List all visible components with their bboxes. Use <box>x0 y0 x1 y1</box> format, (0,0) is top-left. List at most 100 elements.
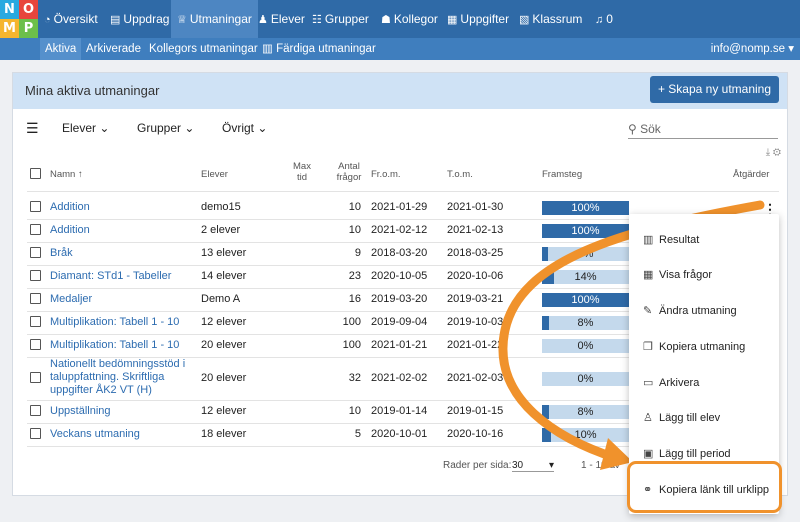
students-cell: 13 elever <box>201 247 247 259</box>
from-date-cell: 2021-02-12 <box>371 224 428 236</box>
students-cell: 14 elever <box>201 270 247 282</box>
to-date-cell: 2019-10-03 <box>447 316 504 328</box>
row-checkbox[interactable] <box>30 270 41 281</box>
challenge-name-link[interactable]: Addition <box>50 201 195 214</box>
group-icon: ☷ <box>312 14 322 26</box>
menu-visa-fragor[interactable]: ▦ Visa frågor <box>643 268 712 281</box>
trophy-icon: ♕ <box>177 14 187 26</box>
row-checkbox[interactable] <box>30 339 41 350</box>
user-icon: ♟ <box>258 14 268 26</box>
nav-uppgifter[interactable]: ▦ Uppgifter <box>447 0 509 38</box>
grid-icon: ▦ <box>447 14 458 26</box>
row-checkbox[interactable] <box>30 224 41 235</box>
add-user-icon: ♙ <box>643 412 653 424</box>
nav-elever[interactable]: ♟ Elever <box>258 0 305 38</box>
row-checkbox[interactable] <box>30 201 41 212</box>
row-checkbox[interactable] <box>30 293 41 304</box>
column-max-time[interactable]: Max tid <box>290 161 314 183</box>
challenge-name-link[interactable]: Nationellt bedömningsstöd i taluppfattni… <box>50 358 200 397</box>
highlight-box <box>627 461 782 513</box>
filter-icon[interactable]: ☰ <box>26 120 39 137</box>
progress-bar: 7% <box>542 247 629 261</box>
create-challenge-button[interactable]: + Skapa ny utmaning <box>650 76 779 103</box>
download-icon[interactable]: ⤓ <box>766 147 770 158</box>
nav-utmaningar[interactable]: ♕ Utmaningar <box>171 0 258 38</box>
bell-icon: ♫ <box>595 14 604 26</box>
questions-cell: 5 <box>354 428 361 440</box>
nav-kollegor[interactable]: ☗ Kollegor <box>381 0 438 38</box>
table-tools: ⤓ ⚙ <box>766 147 781 158</box>
card-header: Mina aktiva utmaningar + Skapa ny utmani… <box>13 73 787 109</box>
row-checkbox[interactable] <box>30 247 41 258</box>
nav-grupper[interactable]: ☷ Grupper <box>312 0 369 38</box>
challenge-name-link[interactable]: Medaljer <box>50 293 195 306</box>
column-progress[interactable]: Framsteg <box>542 169 582 180</box>
tab-fardiga-utmaningar[interactable]: ▥ Färdiga utmaningar <box>262 38 376 60</box>
questions-cell: 100 <box>342 339 361 351</box>
row-checkbox[interactable] <box>30 372 41 383</box>
students-cell: 12 elever <box>201 405 247 417</box>
from-date-cell: 2018-03-20 <box>371 247 428 259</box>
challenge-name-link[interactable]: Diamant: STd1 - Tabeller <box>50 270 195 283</box>
rows-per-page-select[interactable]: 30 ▾ <box>512 460 554 472</box>
from-date-cell: 2020-10-05 <box>371 270 428 282</box>
progress-label: 100% <box>571 294 600 306</box>
progress-bar: 100% <box>542 201 629 215</box>
column-name[interactable]: Namn ↑ <box>50 169 83 180</box>
account-menu[interactable]: info@nomp.se ▾ <box>711 38 794 60</box>
row-checkbox[interactable] <box>30 405 41 416</box>
to-date-cell: 2020-10-16 <box>447 428 504 440</box>
menu-kopiera-utmaning[interactable]: ❐ Kopiera utmaning <box>643 340 745 353</box>
nav-uppdrag[interactable]: ▤ Uppdrag <box>110 0 169 38</box>
students-cell: demo15 <box>201 201 241 213</box>
challenge-name-link[interactable]: Multiplikation: Tabell 1 - 10 <box>50 339 195 352</box>
nav-oversikt[interactable]: ◔ Översikt <box>44 0 98 38</box>
row-checkbox[interactable] <box>30 428 41 439</box>
nomp-logo[interactable]: N O M P <box>0 0 38 38</box>
challenge-name-link[interactable]: Bråk <box>50 247 195 260</box>
filter-elever[interactable]: Elever ⌄ <box>62 121 109 135</box>
challenge-name-link[interactable]: Veckans utmaning <box>50 428 195 441</box>
challenge-name-link[interactable]: Uppställning <box>50 405 195 418</box>
to-date-cell: 2018-03-25 <box>447 247 504 259</box>
tab-aktiva[interactable]: Aktiva <box>40 38 82 60</box>
sort-up-icon: ↑ <box>77 169 83 180</box>
tab-arkiverade[interactable]: Arkiverade <box>86 38 141 60</box>
column-questions[interactable]: Antal frågor <box>333 161 365 183</box>
nav-notifications[interactable]: ♫ 0 <box>595 0 613 38</box>
from-date-cell: 2021-02-02 <box>371 372 428 384</box>
progress-label: 8% <box>577 406 594 418</box>
to-date-cell: 2020-10-06 <box>447 270 504 282</box>
row-checkbox[interactable] <box>30 316 41 327</box>
challenge-name-link[interactable]: Multiplikation: Tabell 1 - 10 <box>50 316 195 329</box>
table-icon: ▦ <box>643 269 654 281</box>
progress-label: 10% <box>574 429 597 441</box>
filter-grupper[interactable]: Grupper ⌄ <box>137 121 194 135</box>
students-cell: 20 elever <box>201 339 247 351</box>
menu-resultat[interactable]: ▥ Resultat <box>643 233 699 246</box>
menu-andra-utmaning[interactable]: ✎ Ändra utmaning <box>643 304 737 317</box>
calendar-plus-icon: ▣ <box>643 448 654 460</box>
search-icon: ⚲ <box>628 122 641 136</box>
logo-letter-n: N <box>0 0 19 19</box>
book-icon: ▤ <box>110 14 121 26</box>
settings-icon[interactable]: ⚙ <box>773 147 781 158</box>
progress-bar: 0% <box>542 339 629 353</box>
progress-bar: 10% <box>542 428 629 442</box>
logo-letter-m: M <box>0 19 19 38</box>
filter-ovrigt[interactable]: Övrigt ⌄ <box>222 121 267 135</box>
to-date-cell: 2021-02-13 <box>447 224 504 236</box>
column-from[interactable]: Fr.o.m. <box>371 169 401 180</box>
menu-lagg-till-elev[interactable]: ♙ Lägg till elev <box>643 411 720 424</box>
to-date-cell: 2019-01-15 <box>447 405 504 417</box>
column-to[interactable]: T.o.m. <box>447 169 473 180</box>
top-navigation: N O M P ◔ Översikt ▤ Uppdrag ♕ Utmaningar ♟… <box>0 0 800 38</box>
nav-klassrum[interactable]: ▧ Klassrum <box>519 0 582 38</box>
tab-kollegors-utmaningar[interactable]: Kollegors utmaningar <box>149 38 258 60</box>
menu-arkivera[interactable]: ▭ Arkivera <box>643 376 699 389</box>
column-students[interactable]: Elever <box>201 169 228 180</box>
challenge-name-link[interactable]: Addition <box>50 224 195 237</box>
menu-lagg-till-period[interactable]: ▣ Lägg till period <box>643 447 731 460</box>
select-all-checkbox[interactable] <box>30 168 41 179</box>
search-input[interactable]: ⚲ Sök <box>628 119 778 139</box>
